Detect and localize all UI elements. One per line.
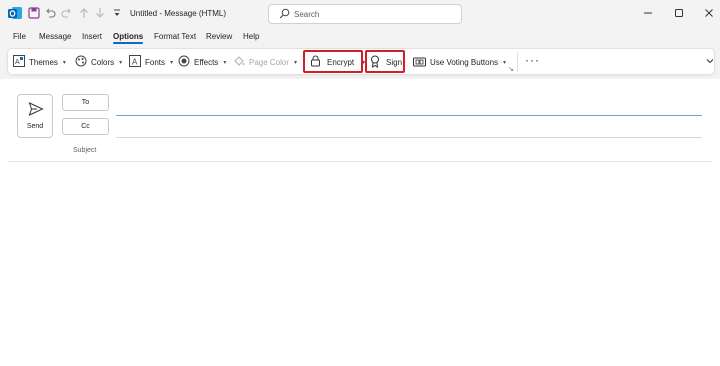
- chevron-down-icon: ▾: [223, 59, 227, 66]
- cc-field[interactable]: [116, 137, 702, 138]
- tab-help[interactable]: Help: [243, 32, 259, 41]
- save-icon[interactable]: [27, 5, 41, 21]
- svg-text:A: A: [132, 58, 138, 67]
- chevron-down-icon: ▾: [503, 59, 507, 66]
- tab-file[interactable]: File: [13, 32, 26, 41]
- themes-icon: A: [13, 55, 25, 69]
- search-box[interactable]: Search: [268, 4, 462, 24]
- fonts-button[interactable]: A Fonts ▾: [129, 53, 173, 71]
- voting-icon: [413, 55, 426, 69]
- more-options-icon[interactable]: ···: [525, 53, 540, 67]
- outlook-logo-icon: [7, 5, 23, 21]
- up-arrow-icon[interactable]: [78, 5, 90, 21]
- ribbon-collapse-icon[interactable]: [706, 57, 714, 66]
- themes-label: Themes: [29, 57, 58, 67]
- tab-review[interactable]: Review: [206, 32, 232, 41]
- title-bar: Untitled - Message (HTML) Search: [0, 0, 720, 29]
- compose-area: Send To Cc Subject: [0, 79, 720, 366]
- tab-message[interactable]: Message: [39, 32, 71, 41]
- to-field[interactable]: [116, 115, 702, 116]
- page-color-label: Page Color: [249, 57, 290, 67]
- chevron-down-icon: ▾: [119, 59, 123, 66]
- close-icon[interactable]: [702, 6, 716, 20]
- redo-icon[interactable]: [60, 5, 74, 21]
- encrypt-button[interactable]: Encrypt ▾: [310, 53, 365, 71]
- search-icon: [279, 8, 290, 21]
- sign-label: Sign: [386, 57, 403, 67]
- down-arrow-icon[interactable]: [94, 5, 106, 21]
- colors-button[interactable]: Colors ▾: [75, 53, 122, 71]
- fonts-label: Fonts: [145, 57, 166, 67]
- tab-options[interactable]: Options: [113, 32, 144, 44]
- tab-insert[interactable]: Insert: [82, 32, 102, 41]
- to-button[interactable]: To: [62, 94, 109, 111]
- send-label: Send: [26, 123, 44, 130]
- window-title: Untitled - Message (HTML): [130, 9, 227, 18]
- colors-label: Colors: [91, 57, 115, 67]
- cc-button[interactable]: Cc: [62, 118, 109, 135]
- effects-icon: [178, 55, 190, 69]
- ribbon-tabs: File Message Insert Options Format Text …: [0, 29, 720, 45]
- options-ribbon: A Themes ▾ Colors ▾ A Fonts ▾ Effects ▾ …: [7, 48, 715, 75]
- header-divider: [8, 161, 712, 162]
- subject-label: Subject: [73, 147, 97, 154]
- page-color-button[interactable]: Page Color ▾: [233, 53, 297, 71]
- chevron-down-icon: ▾: [62, 59, 66, 66]
- ribbon-separator: [517, 52, 518, 72]
- palette-icon: [75, 55, 87, 69]
- svg-text:A: A: [15, 59, 20, 66]
- paint-bucket-icon: [233, 55, 245, 69]
- themes-button[interactable]: A Themes ▾: [13, 53, 66, 71]
- sign-button[interactable]: Sign: [370, 53, 402, 71]
- dialog-launcher-icon[interactable]: ↘: [508, 65, 514, 73]
- send-icon: [28, 101, 44, 119]
- encrypt-label: Encrypt: [327, 57, 355, 67]
- customize-qat-icon[interactable]: [112, 5, 122, 21]
- fonts-icon: A: [129, 55, 141, 69]
- maximize-icon[interactable]: [672, 6, 686, 20]
- tab-format-text[interactable]: Format Text: [154, 32, 196, 41]
- voting-buttons-button[interactable]: Use Voting Buttons ▾: [413, 53, 506, 71]
- minimize-icon[interactable]: [641, 6, 655, 20]
- undo-icon[interactable]: [43, 5, 57, 21]
- lock-icon: [310, 55, 321, 69]
- voting-label: Use Voting Buttons: [430, 57, 499, 67]
- search-placeholder: Search: [294, 10, 320, 19]
- chevron-down-icon: ▾: [294, 59, 298, 66]
- effects-label: Effects: [194, 57, 219, 67]
- send-button[interactable]: Send: [17, 94, 53, 138]
- chevron-down-icon: ▾: [170, 59, 174, 66]
- effects-button[interactable]: Effects ▾: [178, 53, 226, 71]
- ribbon-badge-icon: [370, 55, 380, 70]
